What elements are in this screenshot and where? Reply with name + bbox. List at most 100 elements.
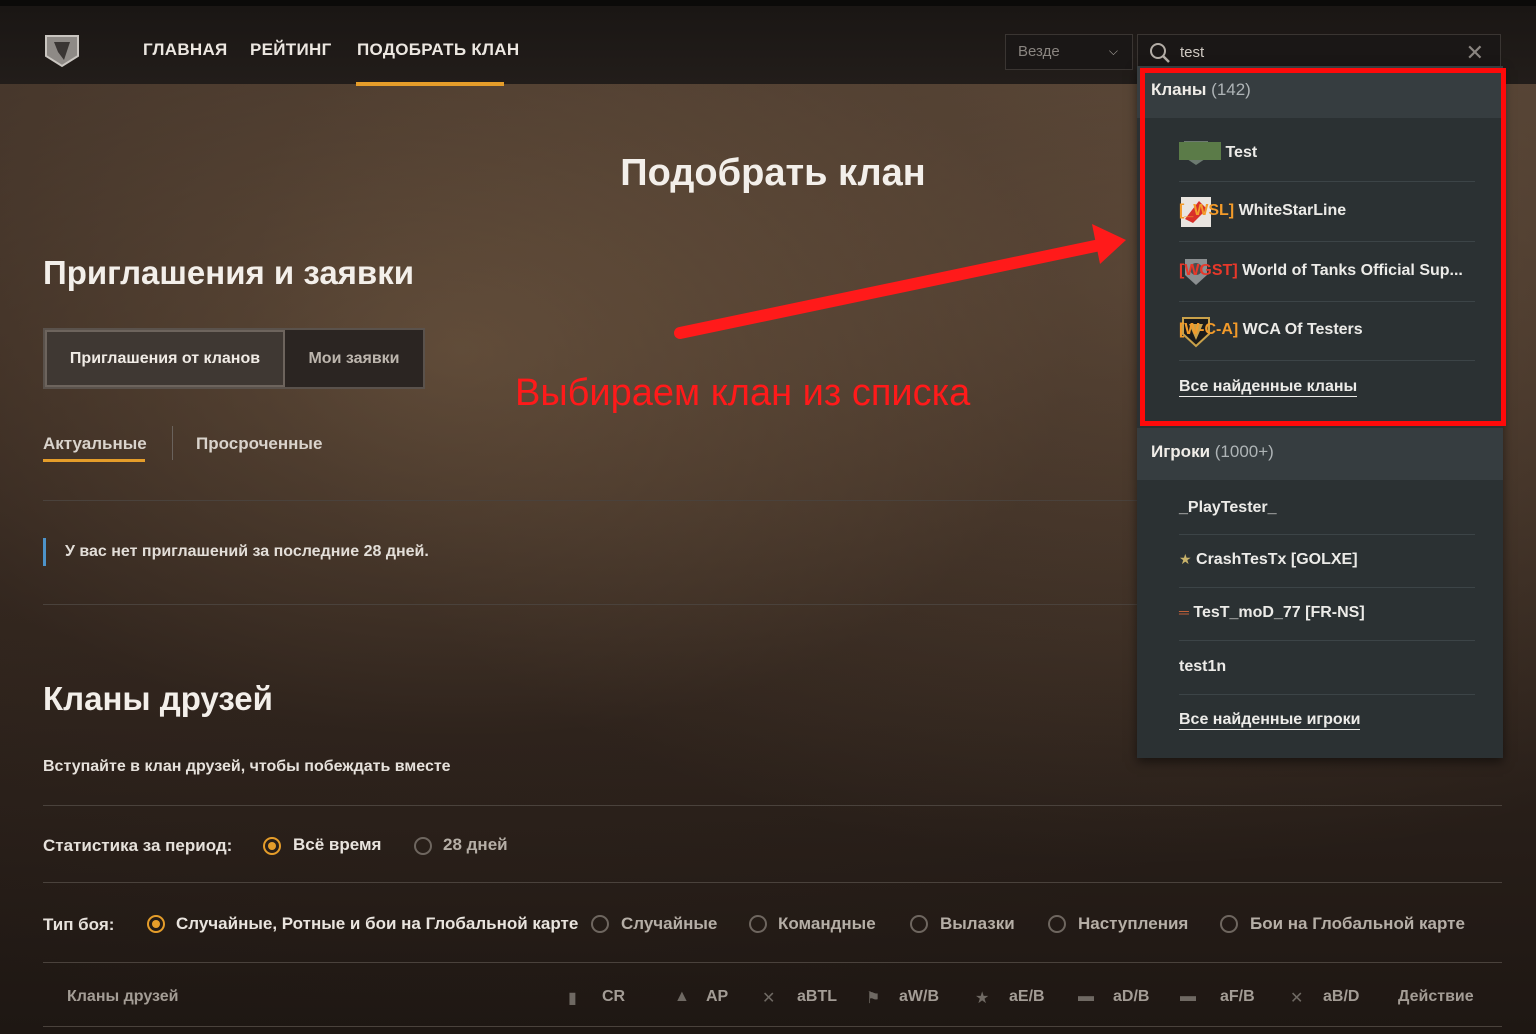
separator xyxy=(1179,241,1475,242)
nav-find-clan[interactable]: ПОДОБРАТЬ КЛАН xyxy=(357,40,519,60)
player-result-item[interactable]: test1n xyxy=(1179,658,1226,676)
tab-my-applications[interactable]: Мои заявки xyxy=(285,330,423,387)
subtab-divider xyxy=(172,426,173,460)
nav-main[interactable]: ГЛАВНАЯ xyxy=(143,40,228,60)
separator xyxy=(1179,587,1475,588)
subtab-current[interactable]: Актуальные xyxy=(43,434,147,454)
separator xyxy=(1179,360,1475,361)
nav-rating[interactable]: РЕЙТИНГ xyxy=(250,40,332,60)
divider xyxy=(43,805,1502,806)
column-ap[interactable]: AP xyxy=(706,988,728,1006)
search-results-dropdown: Кланы (142) Test [_WSL] WhiteStarLine [W… xyxy=(1137,66,1503,758)
clan-name: Test xyxy=(1225,144,1258,161)
separator xyxy=(1179,181,1475,182)
tab-clan-invitations[interactable]: Приглашения от кланов xyxy=(45,330,285,387)
flag-icon: ⚑ xyxy=(866,990,881,1007)
column-aeb[interactable]: aE/B xyxy=(1009,988,1045,1006)
player-name: CrashTesTx [GOLXE] xyxy=(1196,551,1358,568)
column-afb[interactable]: aF/B xyxy=(1220,988,1255,1006)
battle-option-global-map[interactable]: Бои на Глобальной карте xyxy=(1250,914,1465,934)
gun-icon: ▬ xyxy=(1078,988,1094,1005)
player-result-item[interactable]: ═ TesT_moD_77 [FR-NS] xyxy=(1179,604,1365,622)
battle-radio-random[interactable] xyxy=(591,915,609,933)
clan-tag: [WGST] xyxy=(1179,262,1238,279)
period-option-all-time[interactable]: Всё время xyxy=(293,835,381,855)
clan-tag: [_WSL] xyxy=(1179,202,1235,219)
battle-radio-advances[interactable] xyxy=(1048,915,1066,933)
clan-name: WhiteStarLine xyxy=(1238,202,1347,219)
clans-section-header: Кланы (142) xyxy=(1137,66,1503,118)
friends-clans-subtitle: Вступайте в клан друзей, чтобы побеждать… xyxy=(43,758,451,775)
battle-radio-team[interactable] xyxy=(749,915,767,933)
crossed-swords-icon: ✕ xyxy=(762,990,776,1007)
clan-result-item[interactable]: Test xyxy=(1179,142,1257,162)
column-abtl[interactable]: aBTL xyxy=(797,988,837,1006)
all-found-clans-link[interactable]: Все найденные кланы xyxy=(1179,378,1358,397)
search-icon xyxy=(1150,43,1170,63)
battle-radio-skirmish[interactable] xyxy=(910,915,928,933)
battle-option-team[interactable]: Командные xyxy=(778,914,876,934)
battle-type-label: Тип боя: xyxy=(43,915,115,934)
battle-option-advances[interactable]: Наступления xyxy=(1078,914,1188,934)
divider xyxy=(43,962,1502,963)
battle-radio-all[interactable] xyxy=(147,915,165,933)
divider xyxy=(43,882,1502,883)
clan-result-item[interactable]: [W-C-A] WCA Of Testers xyxy=(1179,321,1363,339)
column-cr[interactable]: CR xyxy=(602,988,625,1006)
tank-frag-icon: ▬ xyxy=(1180,988,1196,1005)
period-option-28-days[interactable]: 28 дней xyxy=(443,835,508,855)
player-result-item[interactable]: ★ CrashTesTx [GOLXE] xyxy=(1179,551,1358,569)
players-count: (1000+) xyxy=(1214,442,1274,461)
column-action: Действие xyxy=(1398,988,1474,1005)
active-subtab-indicator xyxy=(43,459,145,462)
annotation-text: Выбираем клан из списка xyxy=(515,372,971,414)
separator xyxy=(1179,694,1475,695)
tank-icon: ▮ xyxy=(568,990,577,1007)
region-select-value: Везде xyxy=(1018,43,1060,60)
info-accent-bar xyxy=(43,538,46,566)
separator xyxy=(1179,301,1475,302)
active-nav-indicator xyxy=(356,82,504,86)
clan-result-item[interactable]: [WGST] World of Tanks Official Sup... xyxy=(1179,262,1463,280)
clan-tag: [W-C-A] xyxy=(1179,321,1239,338)
player-result-item[interactable]: _PlayTester_ xyxy=(1179,499,1277,517)
separator xyxy=(1179,534,1475,535)
battle-option-random[interactable]: Случайные xyxy=(621,914,717,934)
crossed-swords-icon: ✕ xyxy=(1290,990,1304,1007)
chevron-down-icon: ⌵ xyxy=(1108,44,1118,58)
no-invites-message: У вас нет приглашений за последние 28 дн… xyxy=(65,543,429,560)
column-friends-clans[interactable]: Кланы друзей xyxy=(67,988,178,1006)
clan-name: WCA Of Testers xyxy=(1242,321,1363,338)
player-name: _PlayTester_ xyxy=(1179,499,1277,516)
players-section-label: Игроки xyxy=(1151,442,1211,461)
column-abd[interactable]: aB/D xyxy=(1323,988,1359,1006)
period-radio-28-days[interactable] xyxy=(414,837,432,855)
clan-result-item[interactable]: [_WSL] WhiteStarLine xyxy=(1179,202,1346,220)
clans-count: (142) xyxy=(1211,80,1251,99)
close-icon[interactable]: ✕ xyxy=(1466,40,1484,66)
divider xyxy=(43,604,1137,605)
all-found-players-link[interactable]: Все найденные игроки xyxy=(1179,711,1361,730)
fist-icon: ▲ xyxy=(674,988,690,1005)
friends-clans-heading: Кланы друзей xyxy=(43,680,273,717)
battle-option-all[interactable]: Случайные, Ротные и бои на Глобальной ка… xyxy=(176,914,578,934)
clan-name: World of Tanks Official Sup... xyxy=(1242,262,1463,279)
star-icon: ★ xyxy=(975,990,990,1007)
invites-segmented-control: Приглашения от кланов Мои заявки xyxy=(43,328,425,389)
wot-logo-icon[interactable] xyxy=(42,30,82,70)
player-name: TesT_moD_77 [FR-NS] xyxy=(1193,604,1365,621)
rank-chevron-icon: ═ xyxy=(1179,604,1189,620)
player-name: test1n xyxy=(1179,658,1227,675)
divider xyxy=(43,1026,1502,1027)
battle-option-skirmish[interactable]: Вылазки xyxy=(940,914,1015,934)
column-adb[interactable]: aD/B xyxy=(1113,988,1149,1006)
column-awb[interactable]: aW/B xyxy=(899,988,939,1006)
search-input[interactable]: test ✕ xyxy=(1137,34,1501,70)
clan-tag-badge xyxy=(1179,142,1221,160)
region-select[interactable]: Везде ⌵ xyxy=(1005,34,1133,70)
subtab-expired[interactable]: Просроченные xyxy=(196,434,322,454)
battle-radio-global-map[interactable] xyxy=(1220,915,1238,933)
period-radio-all-time[interactable] xyxy=(263,837,281,855)
divider xyxy=(43,500,1137,501)
rank-badge-icon: ★ xyxy=(1179,551,1192,567)
